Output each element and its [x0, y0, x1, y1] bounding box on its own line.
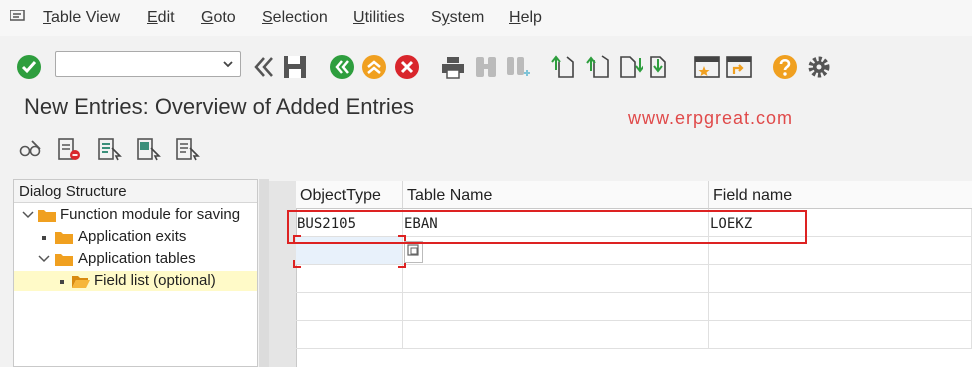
- table-cell[interactable]: [403, 321, 709, 349]
- leaf-bullet-icon: [60, 280, 64, 284]
- table-cell[interactable]: [709, 265, 972, 293]
- menu-label: able View: [51, 9, 121, 26]
- menu-help[interactable]: Help: [509, 9, 542, 27]
- first-page-icon[interactable]: [550, 54, 576, 80]
- menu-bar: Table View Edit Goto Selection Utilities…: [0, 0, 972, 36]
- delete-entry-icon[interactable]: [56, 136, 82, 162]
- entries-table: ObjectType Table Name Field name BUS2105…: [269, 181, 972, 367]
- chevron-down-icon[interactable]: [22, 210, 34, 220]
- chevron-down-icon[interactable]: [222, 56, 234, 72]
- folder-icon: [38, 210, 56, 222]
- save-icon[interactable]: [282, 54, 308, 80]
- select-all-icon[interactable]: [96, 136, 122, 162]
- chevron-down-icon[interactable]: [38, 254, 50, 264]
- menu-accel: T: [43, 9, 51, 26]
- dialog-structure-panel: Dialog Structure Function module for sav…: [13, 179, 258, 367]
- tree-node-application-tables[interactable]: Application tables: [14, 249, 257, 269]
- page-title: New Entries: Overview of Added Entries: [24, 94, 415, 119]
- menu-label: elp: [520, 9, 542, 26]
- table-cell[interactable]: [296, 293, 403, 321]
- exit-icon[interactable]: [361, 54, 387, 80]
- column-header-objecttype[interactable]: ObjectType: [296, 181, 403, 209]
- row-selector-column[interactable]: [269, 181, 297, 367]
- command-field[interactable]: [55, 51, 241, 77]
- double-chevron-left-icon[interactable]: [251, 54, 277, 80]
- generate-shortcut-icon[interactable]: [726, 54, 752, 80]
- menu-label: tilities: [364, 9, 405, 26]
- copy-icon[interactable]: [404, 241, 424, 263]
- table-cell[interactable]: [403, 293, 709, 321]
- table-cell[interactable]: [403, 265, 709, 293]
- back-icon[interactable]: [329, 54, 355, 80]
- find-next-icon: [507, 57, 530, 76]
- menu-accel: S: [262, 9, 273, 26]
- gear-icon[interactable]: [806, 54, 832, 80]
- tree-node-label: Field list (optional): [94, 272, 216, 289]
- table-cell[interactable]: [296, 321, 403, 349]
- highlight-box: [287, 210, 807, 244]
- menu-accel: H: [509, 9, 521, 26]
- folder-icon: [55, 254, 73, 266]
- tree-node-field-list[interactable]: Field list (optional): [14, 271, 257, 291]
- column-header-table-name[interactable]: Table Name: [403, 181, 709, 209]
- tree-node-label: Function module for saving: [60, 206, 241, 223]
- tree-node-application-exits[interactable]: Application exits: [14, 227, 257, 247]
- help-icon[interactable]: [772, 54, 798, 80]
- menu-selection[interactable]: Selection: [262, 9, 328, 27]
- table-cell[interactable]: [296, 265, 403, 293]
- tree-node-label: Application tables: [78, 250, 196, 267]
- deselect-all-icon[interactable]: [174, 136, 200, 162]
- menu-label: dit: [157, 9, 175, 26]
- table-cell[interactable]: [709, 321, 972, 349]
- menu-goto[interactable]: Goto: [201, 9, 236, 27]
- watermark: www.erpgreat.com: [628, 108, 794, 128]
- menu-utilities[interactable]: Utilities: [353, 9, 405, 27]
- menu-label: election: [272, 9, 328, 26]
- display-change-icon[interactable]: [18, 136, 44, 162]
- create-session-icon[interactable]: [694, 54, 720, 80]
- menu-label: oto: [213, 9, 236, 26]
- table-cell[interactable]: [709, 293, 972, 321]
- menu-label: S: [431, 9, 442, 26]
- splitter[interactable]: [259, 179, 269, 367]
- menu-system[interactable]: System: [431, 9, 484, 27]
- menu-accel: U: [353, 9, 365, 26]
- select-block-icon[interactable]: [135, 136, 161, 162]
- folder-icon: [55, 232, 73, 244]
- last-page-icon[interactable]: [649, 54, 675, 80]
- find-icon: [476, 57, 496, 77]
- menu-accel: G: [201, 9, 214, 26]
- tree-node-function-module[interactable]: Function module for saving: [14, 205, 257, 225]
- tree-node-label: Application exits: [78, 228, 187, 245]
- previous-page-icon[interactable]: [585, 54, 611, 80]
- dialog-structure-title: Dialog Structure: [19, 183, 127, 200]
- enter-checkmark-icon[interactable]: [16, 54, 42, 80]
- dialog-structure-header: Dialog Structure: [14, 180, 257, 203]
- print-icon[interactable]: [440, 54, 466, 80]
- open-folder-icon: [72, 276, 90, 288]
- cancel-icon[interactable]: [394, 54, 420, 80]
- menu-table-view[interactable]: Table View: [43, 9, 120, 27]
- system-menu-icon[interactable]: [10, 10, 26, 22]
- leaf-bullet-icon: [42, 236, 46, 240]
- menu-label: stem: [449, 9, 485, 26]
- menu-accel: E: [147, 9, 158, 26]
- menu-accel: y: [441, 9, 450, 26]
- column-header-field-name[interactable]: Field name: [709, 181, 972, 209]
- menu-edit[interactable]: Edit: [147, 9, 175, 27]
- next-page-icon[interactable]: [617, 54, 643, 80]
